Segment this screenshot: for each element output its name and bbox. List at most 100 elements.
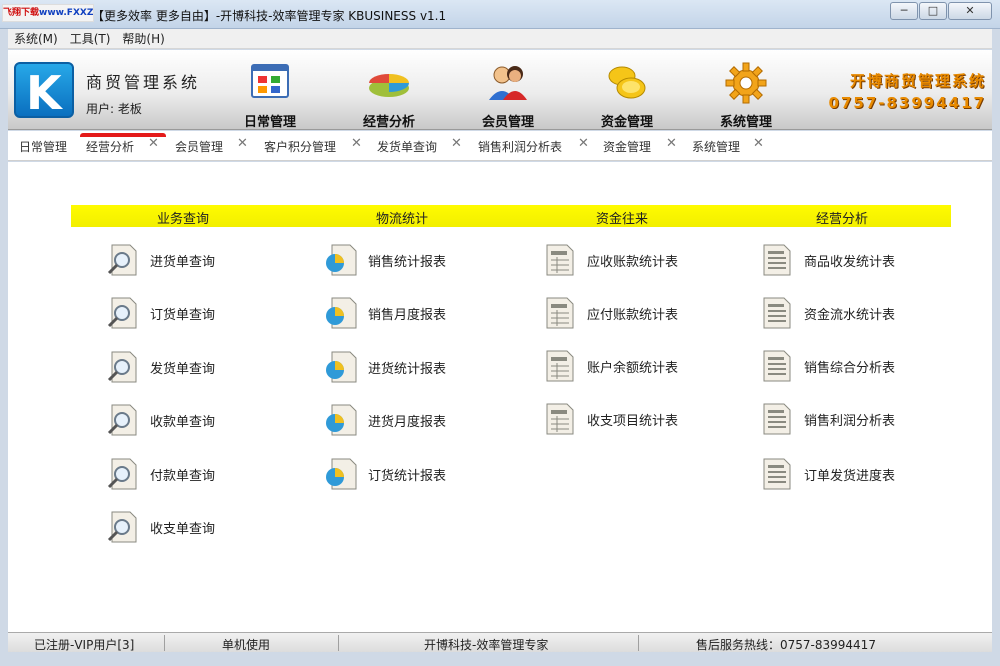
- toolbar-funds-button[interactable]: 资金管理: [577, 62, 677, 130]
- report-label: 付款单查询: [150, 468, 216, 484]
- category-analysis: 经营分析: [816, 212, 869, 227]
- report-document-icon: [763, 458, 791, 490]
- pie-document-icon: [326, 297, 357, 329]
- report-purchase-monthly[interactable]: 进货月度报表: [324, 404, 446, 436]
- report-label: 应付账款统计表: [587, 307, 679, 323]
- ledger-document-icon: [546, 297, 574, 329]
- category-business-query: 业务查询: [157, 212, 210, 227]
- analysis-panel: 业务查询 物流统计 资金往来 经营分析 进货单查询 订货单查询 发货单查询 收款…: [8, 162, 992, 632]
- tab-members[interactable]: 会员管理: [175, 138, 223, 155]
- report-label: 订货统计报表: [368, 468, 447, 484]
- tab-system[interactable]: 系统管理: [692, 138, 740, 155]
- toolbar-funds-label: 资金管理: [600, 115, 653, 130]
- tab-points[interactable]: 客户积分管理: [264, 138, 336, 155]
- status-mode: 单机使用: [222, 638, 271, 652]
- toolbar-daily-button[interactable]: 日常管理: [220, 62, 320, 130]
- status-registration: 已注册-VIP用户[3]: [34, 638, 135, 652]
- toolbar-analysis-button[interactable]: 经营分析: [339, 62, 439, 130]
- close-button[interactable]: ✕: [948, 2, 992, 20]
- tab-members-close-icon[interactable]: ✕: [237, 136, 248, 151]
- promo-phone: 0757-83994417: [828, 94, 986, 112]
- report-purchase-query[interactable]: 进货单查询: [106, 244, 215, 276]
- menu-help[interactable]: 帮助(H): [116, 30, 170, 47]
- report-label: 收支单查询: [150, 521, 216, 537]
- category-logistics: 物流统计: [376, 212, 429, 227]
- report-payables[interactable]: 应付账款统计表: [543, 297, 678, 329]
- users-icon: [489, 66, 527, 100]
- menu-bar: 系统(M) 工具(T) 帮助(H): [8, 29, 992, 49]
- gear-icon: [725, 62, 767, 104]
- report-payment-query[interactable]: 付款单查询: [106, 458, 215, 490]
- report-shipment-query[interactable]: 发货单查询: [106, 351, 215, 383]
- report-receipt-query[interactable]: 收款单查询: [106, 404, 215, 436]
- minimize-button[interactable]: ─: [890, 2, 918, 20]
- toolbar-daily-label: 日常管理: [243, 115, 296, 130]
- report-label: 销售综合分析表: [804, 360, 896, 376]
- report-income-expense-query[interactable]: 收支单查询: [106, 511, 215, 543]
- search-document-icon: [107, 404, 137, 436]
- category-funds: 资金往来: [596, 212, 649, 227]
- report-receivables[interactable]: 应收账款统计表: [543, 244, 678, 276]
- report-account-balance[interactable]: 账户余额统计表: [543, 350, 678, 382]
- search-document-icon: [107, 297, 137, 329]
- tab-shipments[interactable]: 发货单查询: [377, 138, 437, 155]
- watermark-text-a: 飞翔下载: [3, 8, 40, 18]
- tab-analysis-close-icon[interactable]: ✕: [148, 136, 159, 151]
- report-label: 订单发货进度表: [804, 468, 896, 484]
- coins-icon: [608, 66, 646, 99]
- report-cash-flow[interactable]: 资金流水统计表: [760, 297, 895, 329]
- tab-profit-close-icon[interactable]: ✕: [578, 136, 589, 151]
- report-document-icon: [763, 297, 791, 329]
- pie-chart-icon: [369, 74, 409, 97]
- window-grid-icon: [251, 64, 289, 98]
- report-label: 收款单查询: [150, 414, 216, 430]
- report-document-icon: [763, 350, 791, 382]
- toolbar-system-button[interactable]: 系统管理: [696, 62, 796, 130]
- report-sales-monthly[interactable]: 销售月度报表: [324, 297, 446, 329]
- tab-profit[interactable]: 销售利润分析表: [478, 138, 562, 155]
- report-sales-profit[interactable]: 销售利润分析表: [760, 403, 895, 435]
- menu-system[interactable]: 系统(M): [8, 30, 64, 47]
- tab-system-close-icon[interactable]: ✕: [753, 136, 764, 151]
- tab-funds-close-icon[interactable]: ✕: [666, 136, 677, 151]
- status-divider: [638, 635, 639, 651]
- report-purchase-stats[interactable]: 进货统计报表: [324, 351, 446, 383]
- report-label: 进货统计报表: [368, 361, 447, 377]
- toolbar: K 商贸管理系统 用户: 老板 日常管理 经营分析 会员管理 资金管理 系统管理…: [8, 50, 992, 130]
- tab-daily[interactable]: 日常管理: [19, 138, 67, 155]
- status-hotline: 售后服务热线：0757-83994417: [696, 638, 876, 652]
- tab-funds[interactable]: 资金管理: [603, 138, 651, 155]
- pie-document-icon: [326, 458, 357, 490]
- toolbar-analysis-label: 经营分析: [362, 115, 415, 130]
- toolbar-members-label: 会员管理: [481, 115, 534, 130]
- report-document-icon: [763, 403, 791, 435]
- report-income-expense-items[interactable]: 收支项目统计表: [543, 403, 678, 435]
- watermark-text-b: www.FXXZ.com: [39, 8, 94, 18]
- toolbar-members-button[interactable]: 会员管理: [458, 62, 558, 130]
- tab-points-close-icon[interactable]: ✕: [351, 136, 362, 151]
- status-divider: [338, 635, 339, 651]
- tab-bar: 日常管理 经营分析 ✕ 会员管理 ✕ 客户积分管理 ✕ 发货单查询 ✕ 销售利润…: [8, 131, 992, 161]
- toolbar-system-label: 系统管理: [719, 115, 772, 130]
- pie-document-icon: [326, 404, 357, 436]
- search-document-icon: [107, 351, 137, 383]
- report-label: 销售统计报表: [368, 254, 447, 270]
- menu-tools[interactable]: 工具(T): [64, 30, 117, 47]
- report-order-stats[interactable]: 订货统计报表: [324, 458, 446, 490]
- app-logo: K: [14, 62, 74, 120]
- search-document-icon: [107, 511, 137, 543]
- current-user: 用户: 老板: [86, 102, 142, 116]
- report-order-query[interactable]: 订货单查询: [106, 297, 215, 329]
- tab-shipments-close-icon[interactable]: ✕: [451, 136, 462, 151]
- report-label: 销售利润分析表: [804, 413, 896, 429]
- ledger-document-icon: [546, 244, 574, 276]
- report-order-delivery-progress[interactable]: 订单发货进度表: [760, 458, 895, 490]
- report-goods-flow[interactable]: 商品收发统计表: [760, 244, 895, 276]
- title-bar: 飞翔下载www.FXXZ.com 【更多效率 更多自由】-开博科技-效率管理专家…: [0, 0, 1000, 29]
- tab-analysis[interactable]: 经营分析: [86, 138, 134, 155]
- report-sales-stats[interactable]: 销售统计报表: [324, 244, 446, 276]
- maximize-button[interactable]: □: [919, 2, 947, 20]
- report-sales-summary[interactable]: 销售综合分析表: [760, 350, 895, 382]
- pie-document-icon: [326, 351, 357, 383]
- report-document-icon: [763, 244, 791, 276]
